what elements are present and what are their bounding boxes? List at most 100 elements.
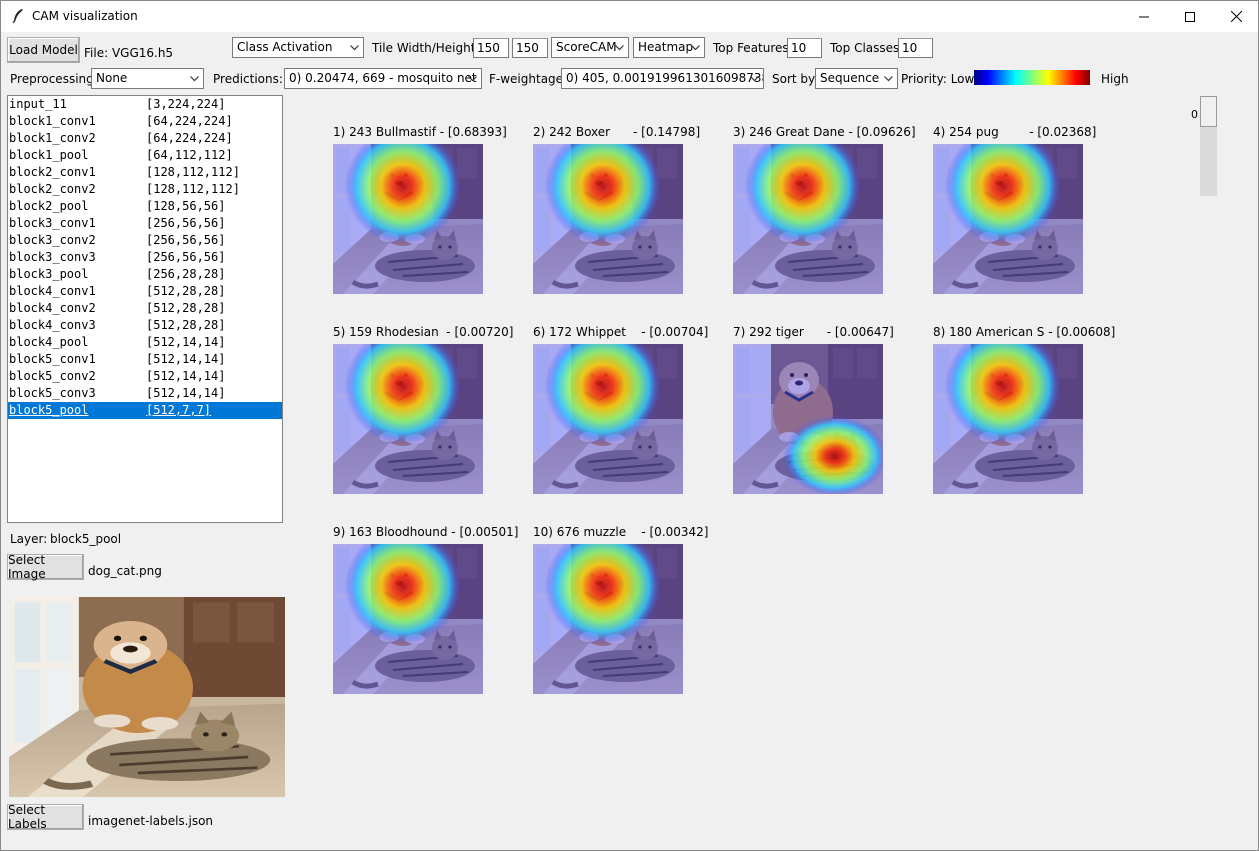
select-labels-button[interactable]: Select Labels (7, 803, 84, 831)
top-classes-input[interactable]: 10 (898, 38, 933, 58)
mode-select[interactable]: Class Activation (232, 37, 364, 58)
layer-name: block3_pool (9, 267, 89, 281)
layer-list-item[interactable]: block5_conv2 [512,14,14] (8, 368, 282, 385)
view-select[interactable]: Heatmap (633, 37, 705, 58)
layer-listbox[interactable]: input_11 [3,224,224] block1_conv1 [64,224,2… (7, 95, 283, 523)
tile-size-label: Tile Width/Height (372, 41, 476, 55)
tile-caption: 3) 246 Great Dane - [0.09626] (733, 125, 916, 139)
cam-heatmap-tile[interactable] (733, 144, 883, 294)
close-button[interactable] (1213, 1, 1259, 32)
preprocessing-select[interactable]: None (91, 68, 204, 89)
method-select-value: ScoreCAM (556, 40, 617, 54)
cam-heatmap-tile[interactable] (533, 144, 683, 294)
tile-caption: 2) 242 Boxer - [0.14798] (533, 125, 701, 139)
layer-shape: [256,56,56] (146, 250, 226, 264)
cam-heatmap-tile[interactable] (333, 344, 483, 494)
predictions-select[interactable]: 0) 0.20474, 669 - mosquito net (284, 68, 482, 89)
layer-name: block5_conv2 (9, 369, 96, 383)
layer-name: block5_conv3 (9, 386, 96, 400)
maximize-button[interactable] (1167, 1, 1213, 32)
layer-value: block5_pool (50, 532, 122, 546)
tile-caption: 1) 243 Bullmastif - [0.68393] (333, 125, 507, 139)
feather-icon (12, 9, 23, 24)
cam-heatmap-tile[interactable] (933, 344, 1083, 494)
layer-list-item[interactable]: block5_conv3 [512,14,14] (8, 385, 282, 402)
cam-heatmap-tile[interactable] (333, 544, 483, 694)
tile-width-input[interactable]: 150 (473, 38, 509, 58)
layer-list-item[interactable]: block1_pool [64,112,112] (8, 147, 282, 164)
layer-shape: [128,112,112] (146, 182, 240, 196)
layer-shape: [256,56,56] (146, 233, 226, 247)
layer-list-item[interactable]: block4_conv1 [512,28,28] (8, 283, 282, 300)
cam-heatmap-tile[interactable] (333, 144, 483, 294)
select-image-button[interactable]: Select Image (7, 553, 84, 581)
layer-name: block1_pool (9, 148, 89, 162)
scroll-thumb[interactable] (1200, 96, 1217, 127)
layer-list-item[interactable]: block1_conv1 [64,224,224] (8, 113, 282, 130)
layer-shape: [128,112,112] (146, 165, 240, 179)
method-select[interactable]: ScoreCAM (551, 37, 629, 58)
layer-name: block5_pool (9, 403, 89, 417)
layer-list-item[interactable]: block1_conv2 [64,224,224] (8, 130, 282, 147)
layer-name: block2_conv2 (9, 182, 96, 196)
tile-caption: 4) 254 pug - [0.02368] (933, 125, 1097, 139)
cam-heatmap-tile[interactable] (533, 344, 683, 494)
layer-label: Layer: (10, 532, 48, 546)
preprocessing-label: Preprocessing (10, 72, 94, 86)
layer-name: input_11 (9, 97, 67, 111)
priority-low-label: Priority: Low (901, 72, 975, 86)
layer-list-item[interactable]: block4_conv3 [512,28,28] (8, 317, 282, 334)
layer-list-item[interactable]: block4_pool [512,14,14] (8, 334, 282, 351)
layer-shape: [512,14,14] (146, 369, 226, 383)
layer-list-item[interactable]: block5_pool [512,7,7] (8, 402, 282, 419)
fweightage-select[interactable]: 0) 405, 0.0019199613016098738 (561, 68, 764, 89)
layer-list-item[interactable]: block3_pool [256,28,28] (8, 266, 282, 283)
model-file-label: File: VGG16.h5 (84, 46, 174, 60)
layer-list-item[interactable]: block2_pool [128,56,56] (8, 198, 282, 215)
layer-shape: [128,56,56] (146, 199, 226, 213)
sortby-select[interactable]: Sequence (815, 68, 898, 89)
layer-shape: [256,56,56] (146, 216, 226, 230)
chevron-down-icon (884, 76, 893, 82)
input-image-preview (9, 597, 285, 797)
tile-height-input[interactable]: 150 (512, 38, 548, 58)
top-features-input[interactable]: 10 (787, 38, 822, 58)
layer-name: block4_conv1 (9, 284, 96, 298)
priority-color-scale (974, 70, 1090, 85)
layer-shape: [512,28,28] (146, 301, 226, 315)
layer-list-item[interactable]: block5_conv1 [512,14,14] (8, 351, 282, 368)
layer-list-item[interactable]: block3_conv2 [256,56,56] (8, 232, 282, 249)
layer-list-item[interactable]: block2_conv1 [128,112,112] (8, 164, 282, 181)
scroll-value-label: 0 (1191, 108, 1198, 121)
tile-caption: 9) 163 Bloodhound - [0.00501] (333, 525, 519, 539)
cam-heatmap-tile[interactable] (533, 544, 683, 694)
minimize-button[interactable] (1121, 1, 1167, 32)
chevron-down-icon (691, 45, 700, 51)
chevron-down-icon (468, 76, 477, 82)
priority-high-label: High (1101, 72, 1129, 86)
predictions-select-value: 0) 0.20474, 669 - mosquito net (289, 71, 477, 85)
tile-scrollbar[interactable] (1200, 96, 1217, 196)
preprocessing-select-value: None (96, 71, 128, 85)
sortby-select-value: Sequence (820, 71, 880, 85)
predictions-label: Predictions: (213, 72, 283, 86)
layer-shape: [512,7,7] (146, 403, 212, 417)
layer-name: block3_conv2 (9, 233, 96, 247)
view-select-value: Heatmap (638, 40, 694, 54)
close-icon (1230, 11, 1242, 22)
cam-heatmap-tile[interactable] (933, 144, 1083, 294)
tile-caption: 5) 159 Rhodesian - [0.00720] (333, 325, 514, 339)
layer-list-item[interactable]: block3_conv3 [256,56,56] (8, 249, 282, 266)
layer-shape: [512,14,14] (146, 386, 226, 400)
layer-name: block3_conv1 (9, 216, 96, 230)
cam-heatmap-tile[interactable] (733, 344, 883, 494)
layer-list-item[interactable]: input_11 [3,224,224] (8, 96, 282, 113)
layer-name: block4_conv2 (9, 301, 96, 315)
layer-list-item[interactable]: block2_conv2 [128,112,112] (8, 181, 282, 198)
layer-name: block2_conv1 (9, 165, 96, 179)
layer-list-item[interactable]: block3_conv1 [256,56,56] (8, 215, 282, 232)
load-model-button[interactable]: Load Model (7, 37, 80, 63)
app-window: CAM visualization Load Model File: VGG16… (0, 0, 1259, 851)
layer-shape: [64,224,224] (146, 114, 233, 128)
layer-list-item[interactable]: block4_conv2 [512,28,28] (8, 300, 282, 317)
